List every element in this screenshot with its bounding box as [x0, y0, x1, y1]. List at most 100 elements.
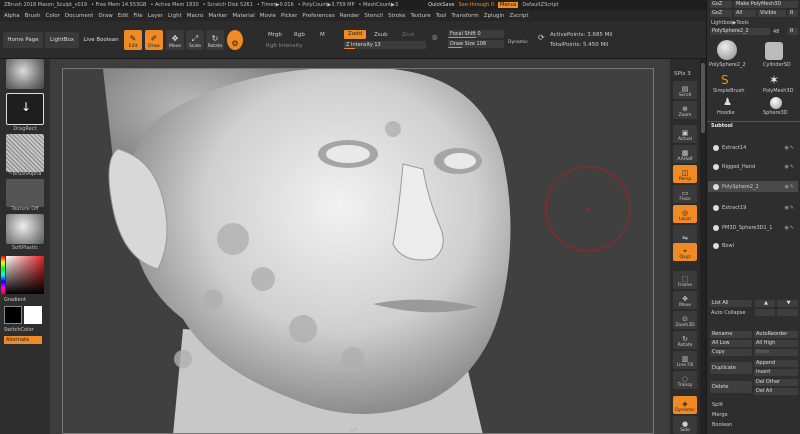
canvas-scroll-arrows[interactable]: ▲▼: [350, 427, 358, 433]
subtool-row-5[interactable]: Bowl: [708, 240, 798, 251]
insert-button[interactable]: Insert: [754, 369, 798, 376]
menu-draw[interactable]: Draw: [98, 13, 112, 19]
zoom-button[interactable]: ⊕ Zoom: [673, 101, 697, 119]
menu-tool[interactable]: Tool: [436, 13, 447, 19]
actual-button[interactable]: ▣ Actual: [673, 125, 697, 143]
menu-render[interactable]: Render: [340, 13, 360, 19]
menu-stroke[interactable]: Stroke: [388, 13, 406, 19]
lsym-button[interactable]: ⇋: [673, 225, 697, 243]
tool-thumb-sphere3d[interactable]: [770, 97, 782, 109]
subtool-header[interactable]: Subtool: [711, 123, 733, 129]
rotate-button[interactable]: ↻ Rotate: [206, 30, 224, 50]
menu-zplugin[interactable]: Zplugin: [484, 13, 505, 19]
menu-color[interactable]: Color: [46, 13, 60, 19]
eye-icon[interactable]: ◉✎: [784, 225, 795, 231]
menu-document[interactable]: Document: [65, 13, 94, 19]
menu-movie[interactable]: Movie: [260, 13, 276, 19]
menu-layer[interactable]: Layer: [148, 13, 163, 19]
paste-button[interactable]: Paste: [754, 349, 798, 356]
live-boolean-button[interactable]: Live Boolean: [81, 32, 121, 48]
del-all-button[interactable]: Del All: [754, 388, 798, 395]
edit-button[interactable]: ✎ Edit: [124, 30, 142, 50]
z-intensity-slider[interactable]: Z Intensity 13: [344, 41, 426, 49]
r-button[interactable]: R: [788, 10, 798, 17]
hoodie-icon[interactable]: ♟: [723, 97, 733, 109]
document-canvas[interactable]: [50, 59, 670, 434]
move-view-button[interactable]: ✥ Move: [673, 291, 697, 309]
menu-preferences[interactable]: Preferences: [302, 13, 334, 19]
material-thumbnail[interactable]: [6, 214, 44, 244]
split-button[interactable]: Split: [712, 402, 723, 408]
alpha-thumbnail[interactable]: [6, 134, 44, 172]
rgb-button[interactable]: Rgb: [294, 32, 305, 38]
aahalf-button[interactable]: ▦ AAHalf: [673, 145, 697, 163]
append-button[interactable]: Append: [754, 360, 798, 367]
rotate-view-button[interactable]: ↻ Rotate: [673, 331, 697, 349]
move-button[interactable]: ✥ Move: [166, 30, 184, 50]
persp-button[interactable]: ◫ Persp: [673, 165, 697, 183]
up-move-button[interactable]: [755, 309, 775, 316]
menu-alpha[interactable]: Alpha: [4, 13, 20, 19]
rename-button[interactable]: Rename: [710, 331, 752, 338]
subtool-row-1[interactable]: Rigged_Hand ◉✎: [708, 161, 798, 172]
transp-button[interactable]: ◌ Transp: [673, 371, 697, 389]
r2-button[interactable]: R: [788, 28, 798, 35]
color-picker[interactable]: [6, 256, 44, 294]
autoreorder-button[interactable]: AutoReorder: [754, 331, 798, 338]
copy-button[interactable]: Copy: [710, 349, 752, 356]
make-polymesh-button[interactable]: Make PolyMesh3D: [734, 1, 798, 8]
dynamic-button[interactable]: ◈ Dynamic: [673, 396, 697, 414]
eye-icon[interactable]: ◉✎: [784, 184, 795, 190]
menu-file[interactable]: File: [133, 13, 142, 19]
stroke-thumbnail[interactable]: ↓: [6, 93, 44, 125]
texture-thumbnail[interactable]: [6, 179, 44, 207]
home-page-button[interactable]: Home Page: [3, 32, 43, 48]
solo-button[interactable]: ● Solo: [673, 416, 697, 434]
draw-button[interactable]: ✐ Draw: [145, 30, 163, 50]
goz-button[interactable]: GoZ: [710, 1, 732, 8]
main-color-swatch[interactable]: [4, 306, 22, 324]
menu-material[interactable]: Material: [232, 13, 254, 19]
del-other-button[interactable]: Del Other: [754, 379, 798, 386]
polymesh-star-icon[interactable]: ✶: [769, 73, 783, 87]
default-zscript-button[interactable]: DefaultZScript: [522, 2, 558, 8]
focal-shift-slider[interactable]: Focal Shift 0: [448, 30, 504, 38]
material-sphere-button[interactable]: ⚙: [227, 30, 243, 50]
auto-collapse-button[interactable]: Auto Collapse: [711, 310, 745, 316]
frame-button[interactable]: ⬚ Frame: [673, 271, 697, 289]
draw-size-slider[interactable]: Draw Size 108: [448, 40, 504, 48]
linefill-button[interactable]: ▥ Line Fill: [673, 351, 697, 369]
subtool-row-0[interactable]: Extract14 ◉✎: [708, 142, 798, 153]
menu-light[interactable]: Light: [168, 13, 182, 19]
spix-label[interactable]: SPix 3: [674, 71, 691, 77]
menu-edit[interactable]: Edit: [118, 13, 129, 19]
all-button[interactable]: All: [734, 10, 756, 17]
menu-brush[interactable]: Brush: [25, 13, 41, 19]
lightbox-tools-button[interactable]: Lightbox▶Tools: [711, 20, 749, 26]
m-button[interactable]: M: [320, 32, 325, 38]
scrollbar-thumb[interactable]: [701, 63, 705, 133]
duplicate-button[interactable]: Duplicate: [710, 362, 752, 374]
alternate-button[interactable]: Alternate: [4, 336, 42, 344]
eye-icon[interactable]: ◉✎: [784, 164, 795, 170]
hue-strip[interactable]: [1, 256, 5, 294]
delete-button[interactable]: Delete: [710, 381, 752, 393]
see-through-slider[interactable]: See-through 0: [458, 2, 494, 8]
menu-transform[interactable]: Transform: [451, 13, 478, 19]
zsub-button[interactable]: Zsub: [374, 32, 388, 38]
menus-button[interactable]: Menus: [498, 2, 519, 8]
tool-thumb-polysphere[interactable]: [717, 40, 737, 60]
secondary-color-swatch[interactable]: [24, 306, 42, 324]
all-low-button[interactable]: All Low: [710, 340, 752, 347]
arrow-down-button[interactable]: ▼: [777, 300, 798, 307]
list-all-button[interactable]: List All: [710, 300, 752, 307]
menu-texture[interactable]: Texture: [411, 13, 431, 19]
quicksave-button[interactable]: QuickSave: [428, 2, 454, 8]
floor-button[interactable]: ▭ Floor: [673, 185, 697, 203]
merge-button[interactable]: Merge: [712, 412, 728, 418]
subtool-row-2[interactable]: PolySphere2_2 ◉✎: [708, 181, 798, 192]
boolean-button[interactable]: Boolean: [712, 422, 732, 428]
menu-stencil[interactable]: Stencil: [364, 13, 383, 19]
simplebrush-icon[interactable]: S: [721, 73, 735, 87]
lightbox-button[interactable]: LightBox: [45, 32, 79, 48]
